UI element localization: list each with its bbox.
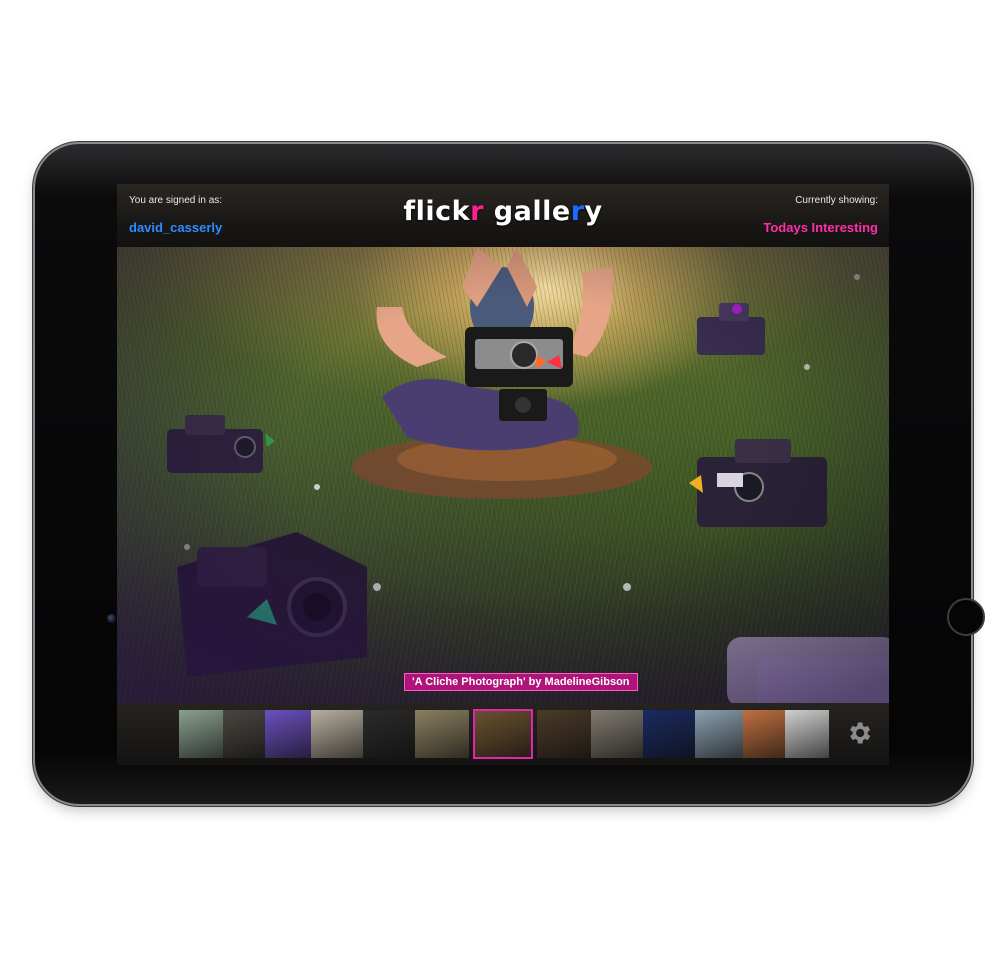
thumb-forest[interactable]	[537, 710, 591, 758]
app-screen: You are signed in as: david_casserly fli…	[117, 184, 889, 765]
thumb-lavender[interactable]	[265, 710, 311, 758]
gear-icon[interactable]	[845, 719, 873, 747]
front-camera-icon	[107, 614, 116, 623]
thumbnail-strip	[117, 703, 889, 765]
thumb-cars-street[interactable]	[591, 710, 643, 758]
thumb-sea[interactable]	[695, 710, 743, 758]
thumbnail-list	[179, 709, 829, 759]
thumb-canyon[interactable]	[743, 710, 785, 758]
thumb-cliche-photograph[interactable]	[473, 709, 533, 759]
header-bar: You are signed in as: david_casserly fli…	[117, 184, 889, 248]
photo-caption: 'A Cliche Photograph' by MadelineGibson	[404, 673, 638, 691]
currently-showing-value[interactable]: Todays Interesting	[763, 220, 878, 235]
thumb-bathroom[interactable]	[179, 710, 223, 758]
home-button[interactable]	[947, 598, 985, 636]
thumb-landscape[interactable]	[415, 710, 469, 758]
currently-showing-label: Currently showing:	[795, 195, 878, 206]
main-photo[interactable]	[117, 247, 889, 703]
thumb-collage[interactable]	[311, 710, 363, 758]
thumb-machine[interactable]	[223, 710, 265, 758]
thumb-dark-figure[interactable]	[363, 710, 415, 758]
thumb-blue-car[interactable]	[643, 710, 695, 758]
thumb-bw-portrait[interactable]	[785, 710, 829, 758]
